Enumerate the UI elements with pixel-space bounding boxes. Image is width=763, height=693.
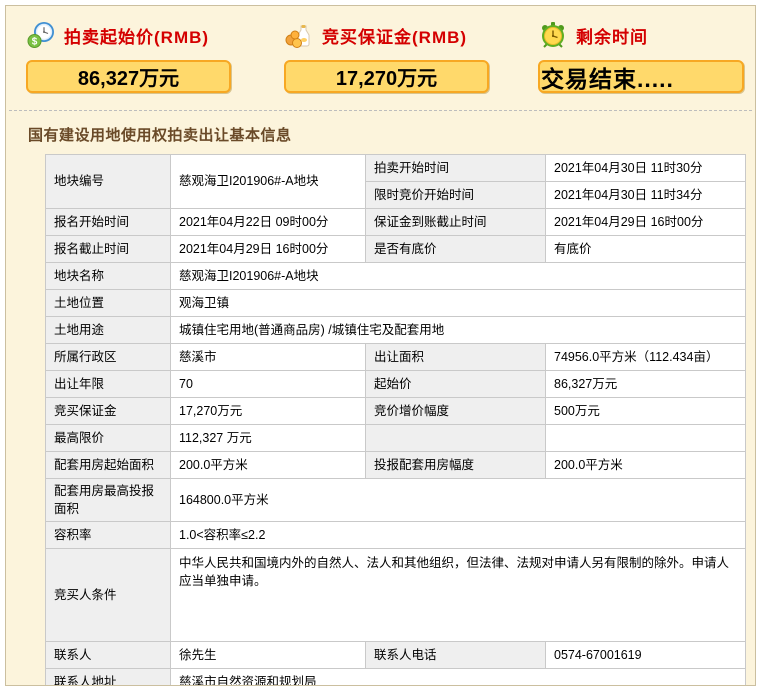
field-value: 0574-67001619	[546, 642, 746, 669]
field-label: 配套用房起始面积	[46, 452, 171, 479]
table-row: 出让年限70起始价86,327万元	[46, 371, 746, 398]
field-label: 竞价增价幅度	[366, 398, 546, 425]
field-label	[366, 425, 546, 452]
field-label: 土地位置	[46, 290, 171, 317]
field-value: 164800.0平方米	[171, 479, 746, 522]
deposit-block: 竞买保证金(RMB) 17,270万元	[284, 18, 489, 93]
field-label: 容积率	[46, 522, 171, 549]
field-label: 报名开始时间	[46, 209, 171, 236]
money-clock-icon: $	[26, 20, 56, 50]
field-label: 限时竞价开始时间	[366, 182, 546, 209]
section-title: 国有建设用地使用权拍卖出让基本信息	[6, 111, 755, 154]
auction-summary: $ 拍卖起始价(RMB) 86,327万元	[6, 6, 755, 110]
deposit-value: 17,270万元	[284, 60, 489, 93]
table-row: 配套用房起始面积200.0平方米投报配套用房幅度200.0平方米	[46, 452, 746, 479]
start-price-header: $ 拍卖起始价(RMB)	[26, 18, 231, 52]
field-value: 慈溪市	[171, 344, 366, 371]
auction-info-table: 地块编号慈观海卫I201906#-A地块拍卖开始时间2021年04月30日 11…	[45, 154, 746, 686]
table-row: 竞买保证金17,270万元竞价增价幅度500万元	[46, 398, 746, 425]
field-value: 观海卫镇	[171, 290, 746, 317]
field-value: 2021年04月29日 16时00分	[171, 236, 366, 263]
alarm-clock-icon	[538, 20, 568, 50]
field-value: 74956.0平方米（112.434亩）	[546, 344, 746, 371]
table-row: 配套用房最高投报面积164800.0平方米	[46, 479, 746, 522]
table-row: 报名截止时间2021年04月29日 16时00分是否有底价有底价	[46, 236, 746, 263]
field-value: 70	[171, 371, 366, 398]
page-panel: $ 拍卖起始价(RMB) 86,327万元	[5, 5, 756, 686]
field-label: 地块编号	[46, 155, 171, 209]
time-left-block: 剩余时间 交易结束.....	[538, 18, 744, 93]
info-table-body: 地块编号慈观海卫I201906#-A地块拍卖开始时间2021年04月30日 11…	[46, 155, 746, 687]
field-value: 2021年04月29日 16时00分	[546, 209, 746, 236]
field-label: 保证金到账截止时间	[366, 209, 546, 236]
field-value: 中华人民共和国境内外的自然人、法人和其他组织，但法律、法规对申请人另有限制的除外…	[171, 549, 746, 642]
field-label: 出让年限	[46, 371, 171, 398]
field-value: 徐先生	[171, 642, 366, 669]
field-value: 2021年04月30日 11时30分	[546, 155, 746, 182]
table-row: 地块名称慈观海卫I201906#-A地块	[46, 263, 746, 290]
time-left-label: 剩余时间	[576, 23, 648, 48]
field-label: 最高限价	[46, 425, 171, 452]
table-row: 报名开始时间2021年04月22日 09时00分保证金到账截止时间2021年04…	[46, 209, 746, 236]
field-label: 投报配套用房幅度	[366, 452, 546, 479]
field-label: 联系人电话	[366, 642, 546, 669]
field-value	[546, 425, 746, 452]
field-label: 竞买保证金	[46, 398, 171, 425]
field-label: 土地用途	[46, 317, 171, 344]
table-row: 土地位置观海卫镇	[46, 290, 746, 317]
field-value: 有底价	[546, 236, 746, 263]
field-label: 竞买人条件	[46, 549, 171, 642]
field-value: 2021年04月22日 09时00分	[171, 209, 366, 236]
table-row: 所属行政区慈溪市出让面积74956.0平方米（112.434亩）	[46, 344, 746, 371]
svg-text:$: $	[32, 37, 38, 48]
field-value: 1.0<容积率≤2.2	[171, 522, 746, 549]
field-label: 起始价	[366, 371, 546, 398]
field-value: 慈溪市自然资源和规划局	[171, 669, 746, 686]
start-price-value: 86,327万元	[26, 60, 231, 93]
field-value: 慈观海卫I201906#-A地块	[171, 263, 746, 290]
field-value: 112,327 万元	[171, 425, 366, 452]
field-label: 联系人	[46, 642, 171, 669]
deposit-header: 竞买保证金(RMB)	[284, 18, 489, 52]
table-row: 土地用途城镇住宅用地(普通商品房) /城镇住宅及配套用地	[46, 317, 746, 344]
field-value: 城镇住宅用地(普通商品房) /城镇住宅及配套用地	[171, 317, 746, 344]
field-label: 所属行政区	[46, 344, 171, 371]
field-label: 拍卖开始时间	[366, 155, 546, 182]
table-row: 地块编号慈观海卫I201906#-A地块拍卖开始时间2021年04月30日 11…	[46, 155, 746, 182]
field-label: 联系人地址	[46, 669, 171, 686]
deposit-coins-icon	[284, 20, 314, 50]
table-row: 最高限价112,327 万元	[46, 425, 746, 452]
land-auction-page: { "top": { "items": [ { "icon": "money-c…	[0, 0, 763, 693]
countdown-status: 交易结束.....	[538, 60, 744, 93]
field-value: 200.0平方米	[546, 452, 746, 479]
field-value: 17,270万元	[171, 398, 366, 425]
start-price-label: 拍卖起始价(RMB)	[64, 23, 209, 48]
field-value: 慈观海卫I201906#-A地块	[171, 155, 366, 209]
table-row: 容积率1.0<容积率≤2.2	[46, 522, 746, 549]
field-label: 报名截止时间	[46, 236, 171, 263]
deposit-label: 竞买保证金(RMB)	[322, 23, 467, 48]
field-value: 500万元	[546, 398, 746, 425]
field-label: 地块名称	[46, 263, 171, 290]
field-value: 86,327万元	[546, 371, 746, 398]
field-label: 配套用房最高投报面积	[46, 479, 171, 522]
field-value: 2021年04月30日 11时34分	[546, 182, 746, 209]
table-row: 竞买人条件中华人民共和国境内外的自然人、法人和其他组织，但法律、法规对申请人另有…	[46, 549, 746, 642]
field-label: 是否有底价	[366, 236, 546, 263]
table-row: 联系人徐先生联系人电话0574-67001619	[46, 642, 746, 669]
field-value: 200.0平方米	[171, 452, 366, 479]
time-left-header: 剩余时间	[538, 18, 744, 52]
table-row: 联系人地址慈溪市自然资源和规划局	[46, 669, 746, 686]
start-price-block: $ 拍卖起始价(RMB) 86,327万元	[26, 18, 231, 93]
field-label: 出让面积	[366, 344, 546, 371]
